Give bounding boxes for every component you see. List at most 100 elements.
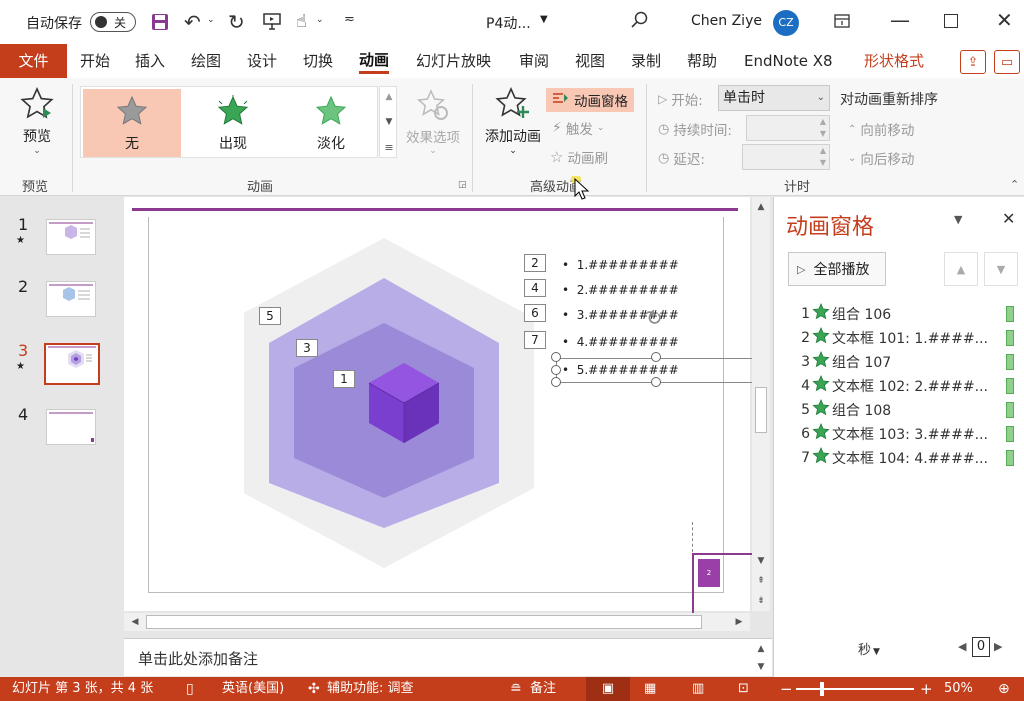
move-up-button[interactable]: ▲: [944, 252, 978, 286]
normal-view-icon[interactable]: ▣: [586, 677, 630, 701]
scroll-right-icon[interactable]: ▶: [730, 614, 748, 630]
gallery-up-icon[interactable]: ▲: [380, 89, 398, 105]
gallery-more-icon[interactable]: ≡: [380, 139, 398, 155]
resize-handle[interactable]: [651, 377, 661, 387]
dialog-launcher-icon[interactable]: ◲: [458, 180, 467, 190]
avatar[interactable]: CZ: [773, 10, 799, 36]
play-all-button[interactable]: ▷ 全部播放: [788, 252, 886, 286]
delay-down-icon[interactable]: ▼: [820, 158, 826, 167]
effect-options-button[interactable]: 效果选项 ⌄: [402, 88, 464, 168]
animation-list-item[interactable]: 6 文本框 103: 3.####...: [798, 423, 1014, 445]
seconds-dropdown[interactable]: 秒 ▼: [858, 639, 880, 658]
zoom-out-icon[interactable]: −: [780, 677, 793, 701]
move-down-button[interactable]: ▼: [984, 252, 1018, 286]
minimize-icon[interactable]: —: [890, 8, 910, 32]
touch-mode-icon[interactable]: ☝: [296, 11, 307, 32]
trigger-button[interactable]: ⚡ 触发 ⌄: [552, 118, 604, 138]
tab-design[interactable]: 设计: [247, 44, 277, 78]
undo-dropdown-icon[interactable]: ⌄: [207, 15, 215, 25]
title-dropdown-icon[interactable]: ▼: [540, 14, 548, 25]
gallery-down-icon[interactable]: ▼: [380, 114, 398, 130]
pane-close-icon[interactable]: ✕: [1002, 209, 1015, 228]
tab-review[interactable]: 审阅: [519, 44, 549, 78]
tab-animations[interactable]: 动画: [359, 44, 390, 74]
zoom-level[interactable]: 50%: [944, 677, 973, 701]
slideshow-view-icon[interactable]: ⊡: [738, 677, 749, 701]
resize-handle[interactable]: [551, 377, 561, 387]
bullet-item-1[interactable]: • 1.#########: [562, 258, 679, 272]
pane-options-icon[interactable]: ▼: [954, 213, 962, 226]
animation-list-item[interactable]: 3 组合 107: [798, 351, 1014, 373]
animation-tag-1[interactable]: 1: [333, 370, 355, 388]
start-select[interactable]: 单击时 ⌄: [718, 85, 830, 111]
share-icon[interactable]: ⇪: [960, 50, 986, 74]
tab-file[interactable]: 文件: [0, 44, 67, 78]
notes-icon[interactable]: ≘: [510, 677, 522, 701]
animation-none[interactable]: 无: [83, 89, 181, 157]
touch-dropdown-icon[interactable]: ⌄: [316, 15, 324, 25]
tab-view[interactable]: 视图: [575, 44, 605, 78]
animation-tag-2[interactable]: 2: [524, 254, 546, 272]
scroll-left-icon[interactable]: ◀: [126, 614, 144, 630]
animation-tag-3[interactable]: 3: [296, 339, 318, 357]
tab-slideshow[interactable]: 幻灯片放映: [416, 44, 491, 78]
slide-canvas[interactable]: 5 3 1 2 4 6 7 • 1.######### • 2.########…: [124, 197, 756, 613]
customize-qat-icon[interactable]: ≂: [344, 12, 355, 27]
animation-list-item[interactable]: 2 文本框 101: 1.####...: [798, 327, 1014, 349]
animation-list-item[interactable]: 1 组合 106: [798, 303, 1014, 325]
fit-to-window-icon[interactable]: ⊕: [998, 677, 1010, 701]
accessibility-icon[interactable]: ✣: [308, 677, 320, 701]
vertical-scrollbar[interactable]: ▲ ▼ ⇞ ⇟: [752, 197, 770, 611]
tab-transitions[interactable]: 切换: [303, 44, 333, 78]
slide-sorter-icon[interactable]: ▦: [644, 677, 656, 701]
resize-handle[interactable]: [551, 352, 561, 362]
animation-tag-5[interactable]: 5: [259, 307, 281, 325]
timeline-value[interactable]: 0: [972, 637, 990, 657]
tab-home[interactable]: 开始: [80, 44, 110, 78]
reading-view-icon[interactable]: ▥: [692, 677, 704, 701]
zoom-slider-thumb[interactable]: [820, 682, 824, 696]
timeline-left-icon[interactable]: ◀: [958, 640, 966, 653]
ribbon-display-icon[interactable]: [833, 12, 851, 34]
slide-thumbnail-3-selected[interactable]: [44, 343, 100, 385]
timeline-right-icon[interactable]: ▶: [994, 640, 1002, 653]
resize-handle[interactable]: [551, 365, 561, 375]
tab-shape-format[interactable]: 形状格式: [864, 44, 924, 78]
hscroll-thumb[interactable]: [146, 615, 702, 629]
duration-input[interactable]: ▲ ▼: [746, 115, 830, 141]
bullet-item-4[interactable]: • 4.#########: [562, 335, 679, 349]
preview-button[interactable]: 预览 ⌄: [12, 86, 62, 166]
animation-list-item[interactable]: 7 文本框 104: 4.####...: [798, 447, 1014, 469]
document-title[interactable]: P4动...: [486, 13, 531, 33]
close-icon[interactable]: ✕: [996, 8, 1013, 32]
tab-help[interactable]: 帮助: [687, 44, 717, 78]
move-earlier-button[interactable]: ⌃ 向前移动: [848, 119, 914, 139]
slide-number-box[interactable]: 2: [698, 559, 720, 587]
animation-list-item[interactable]: 4 文本框 102: 2.####...: [798, 375, 1014, 397]
user-name[interactable]: Chen Ziye: [691, 13, 762, 29]
accessibility-status[interactable]: 辅助功能: 调查: [327, 677, 414, 701]
animation-pane-button[interactable]: 动画窗格: [546, 88, 634, 112]
rotate-handle-icon[interactable]: ↻: [646, 306, 663, 330]
notes-scroll-down-icon[interactable]: ▼: [752, 659, 770, 675]
prev-slide-icon[interactable]: ⇞: [752, 573, 770, 589]
autosave-toggle[interactable]: 关: [90, 12, 136, 32]
undo-icon[interactable]: ↶: [184, 10, 201, 34]
slide-thumbnail-1[interactable]: [46, 219, 96, 255]
animation-tag-7[interactable]: 7: [524, 331, 546, 349]
delay-input[interactable]: ▲ ▼: [742, 144, 830, 170]
add-animation-button[interactable]: 添加动画 ⌄: [482, 86, 544, 166]
zoom-slider[interactable]: [796, 688, 914, 690]
animation-appear[interactable]: 出现: [185, 89, 281, 157]
notes-pane[interactable]: 单击此处添加备注 ▲ ▼: [124, 638, 772, 676]
animation-list-item[interactable]: 5 组合 108: [798, 399, 1014, 421]
tab-draw[interactable]: 绘图: [191, 44, 221, 78]
scroll-down-icon[interactable]: ▼: [752, 553, 770, 569]
animation-painter-button[interactable]: ☆ 动画刷: [550, 147, 608, 167]
delay-up-icon[interactable]: ▲: [820, 146, 826, 155]
animation-tag-4[interactable]: 4: [524, 279, 546, 297]
slide-thumbnail-2[interactable]: [46, 281, 96, 317]
tab-record[interactable]: 录制: [631, 44, 661, 78]
resize-handle[interactable]: [651, 352, 661, 362]
scroll-thumb[interactable]: [755, 387, 767, 433]
